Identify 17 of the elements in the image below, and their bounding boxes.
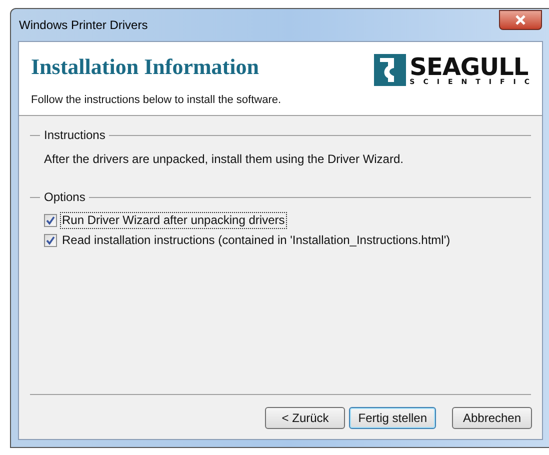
window-title: Windows Printer Drivers bbox=[18, 17, 148, 34]
group-legend: Options bbox=[44, 188, 86, 206]
page-subtitle: Follow the instructions below to install the software. bbox=[31, 93, 282, 108]
logo-mark-icon bbox=[374, 54, 406, 86]
logo-name: SEAGULL bbox=[410, 54, 528, 78]
dialog-button[interactable]: Abbrechen bbox=[452, 407, 532, 429]
instructions-text: After the drivers are unpacked, install them using the Driver Wizard. bbox=[43, 151, 404, 168]
checkbox[interactable] bbox=[44, 234, 57, 246]
close-icon bbox=[515, 15, 526, 25]
dialog-button[interactable]: Fertig stellen bbox=[349, 407, 436, 429]
dialog-button[interactable]: < Zurück bbox=[265, 407, 346, 429]
close-button[interactable] bbox=[499, 10, 542, 30]
checkbox[interactable] bbox=[44, 214, 57, 226]
group-legend: Instructions bbox=[44, 126, 106, 144]
page-title: Installation Information bbox=[31, 54, 259, 80]
checkbox-label[interactable]: Run Driver Wizard after unpacking drivers bbox=[60, 212, 287, 228]
checkbox-label[interactable]: Read installation instructions (contained in 'Installation_Instructions.html') bbox=[60, 232, 452, 248]
